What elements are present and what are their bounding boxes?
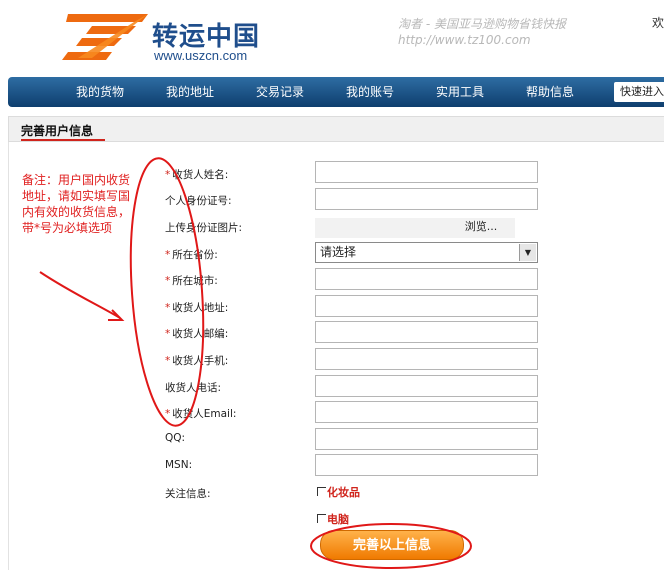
quick-access[interactable]: 快速进入 [614,82,664,102]
label-phone: 收货人电话: [165,382,222,394]
mobile-input[interactable] [315,348,538,370]
tagline-title: 淘者 - 美国亚马逊购物省钱快报 [398,17,566,31]
zip-input[interactable] [315,321,538,343]
label-qq: QQ: [165,432,186,444]
nav-my-address[interactable]: 我的地址 [166,77,214,107]
receiver-name-input[interactable] [315,161,538,183]
section-header: 完善用户信息 [8,116,664,142]
section-title: 完善用户信息 [21,124,94,138]
logo-z-mark [62,14,148,60]
annotation-arrow-line [39,271,121,319]
browse-button[interactable]: 浏览... [450,218,512,236]
nav-tools[interactable]: 实用工具 [436,77,484,107]
interest-cosmetics-checkbox[interactable]: 化妆品 [317,484,360,500]
required-mark: * [165,408,171,420]
qq-input[interactable] [315,428,538,450]
checkbox-icon[interactable] [317,514,326,523]
required-mark: * [165,328,171,340]
required-mark: * [165,355,171,367]
main-nav: 我的货物 我的地址 交易记录 我的账号 实用工具 帮助信息 快速进入 [8,77,664,107]
nav-transactions[interactable]: 交易记录 [256,77,304,107]
welcome-text: 欢 [651,16,664,30]
province-select-value: 请选择 [320,245,357,259]
phone-input[interactable] [315,375,538,397]
label-id-photo: 上传身份证图片: [165,222,243,234]
nav-help[interactable]: 帮助信息 [526,77,574,107]
tagline-url: http://www.tz100.com [398,33,531,47]
logo-url: www.uszcn.com [154,48,248,63]
site-logo[interactable]: 转运中国 www.uszcn.com [62,12,272,64]
submit-button[interactable]: 完善以上信息 [320,530,464,560]
label-email: * 收货人Email: [165,408,237,420]
chevron-down-icon[interactable]: ▼ [519,244,536,261]
required-mark: * [165,302,171,314]
annotation-arrow-head [108,309,125,321]
label-receiver-name: * 收货人姓名: [165,169,229,181]
msn-input[interactable] [315,454,538,476]
city-input[interactable] [315,268,538,290]
label-msn: MSN: [165,459,193,471]
label-interests: 关注信息: [165,488,211,500]
annotation-note: 备注：用户国内收货地址，请如实填写国内有效的收货信息，带*号为必填选项 [22,173,131,235]
nav-my-account[interactable]: 我的账号 [346,77,394,107]
label-mobile: * 收货人手机: [165,355,229,367]
checkbox-icon[interactable] [317,487,326,496]
address-input[interactable] [315,295,538,317]
section-title-underline [21,139,105,141]
tagline[interactable]: 淘者 - 美国亚马逊购物省钱快报 http://www.tz100.com [398,16,566,48]
province-select[interactable]: 请选择 ▼ [315,242,538,263]
required-mark: * [165,169,171,181]
label-address: * 收货人地址: [165,302,229,314]
nav-my-goods[interactable]: 我的货物 [76,77,124,107]
email-input[interactable] [315,401,538,423]
id-number-input[interactable] [315,188,538,210]
content-frame-border [8,142,9,570]
interest-computer-checkbox[interactable]: 电脑 [317,511,349,527]
required-mark: * [165,275,171,287]
label-zip: * 收货人邮编: [165,328,229,340]
label-id-number: 个人身份证号: [165,195,232,207]
label-city: * 所在城市: [165,275,218,287]
required-mark: * [165,249,171,261]
label-province: * 所在省份: [165,249,218,261]
